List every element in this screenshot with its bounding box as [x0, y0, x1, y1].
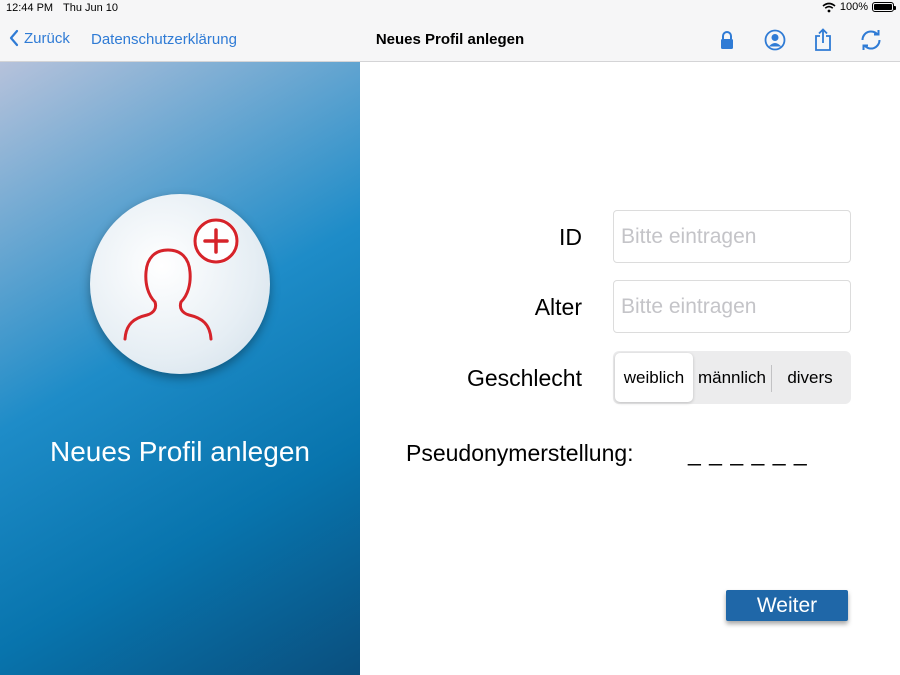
pseudonym-value: _ _ _ _ _ _: [688, 440, 808, 466]
refresh-icon: [861, 30, 881, 50]
gender-option-maennlich[interactable]: männlich: [693, 353, 771, 402]
weiter-button[interactable]: Weiter: [726, 590, 848, 621]
share-button[interactable]: [810, 27, 836, 53]
status-date: Thu Jun 10: [63, 2, 119, 14]
left-panel: Neues Profil anlegen: [0, 62, 360, 675]
privacy-policy-link[interactable]: Datenschutzerklärung: [91, 31, 237, 48]
nav-actions: [714, 27, 884, 53]
battery-percent: 100%: [839, 1, 868, 13]
avatar-circle: [90, 194, 270, 374]
profile-icon: [764, 29, 786, 51]
refresh-button[interactable]: [858, 27, 884, 53]
age-label: Alter: [534, 294, 582, 320]
pseudonym-label: Pseudonymerstellung:: [406, 440, 634, 466]
gender-option-label: divers: [787, 367, 833, 387]
gender-option-label: männlich: [697, 367, 767, 387]
chevron-left-icon: [9, 29, 19, 47]
navigation-bar: Zurück Datenschutzerklärung Neues Profil…: [0, 18, 900, 62]
gender-option-weiblich[interactable]: weiblich: [615, 353, 693, 402]
battery-icon: [872, 2, 896, 12]
gender-label: Geschlecht: [466, 365, 582, 391]
back-button[interactable]: Zurück: [8, 29, 70, 47]
gender-option-divers[interactable]: divers: [771, 353, 849, 402]
share-icon: [815, 28, 831, 51]
profile-button[interactable]: [762, 27, 788, 53]
battery-level: [874, 4, 892, 10]
status-right: 100%: [822, 1, 896, 13]
age-input[interactable]: [613, 280, 851, 333]
id-label: ID: [559, 224, 582, 250]
panel-title: Neues Profil anlegen: [50, 436, 310, 467]
back-label: Zurück: [24, 29, 70, 47]
status-time: 12:44 PM: [6, 2, 54, 14]
gender-segmented-control: weiblich männlich divers: [613, 351, 851, 404]
lock-icon: [721, 31, 733, 49]
id-input[interactable]: [613, 210, 851, 263]
lock-button[interactable]: [714, 27, 740, 53]
wifi-icon: [822, 2, 836, 12]
status-bar: 12:44 PM Thu Jun 10 100%: [0, 0, 900, 18]
add-person-icon: [123, 218, 239, 341]
segment-divider: [771, 365, 772, 392]
